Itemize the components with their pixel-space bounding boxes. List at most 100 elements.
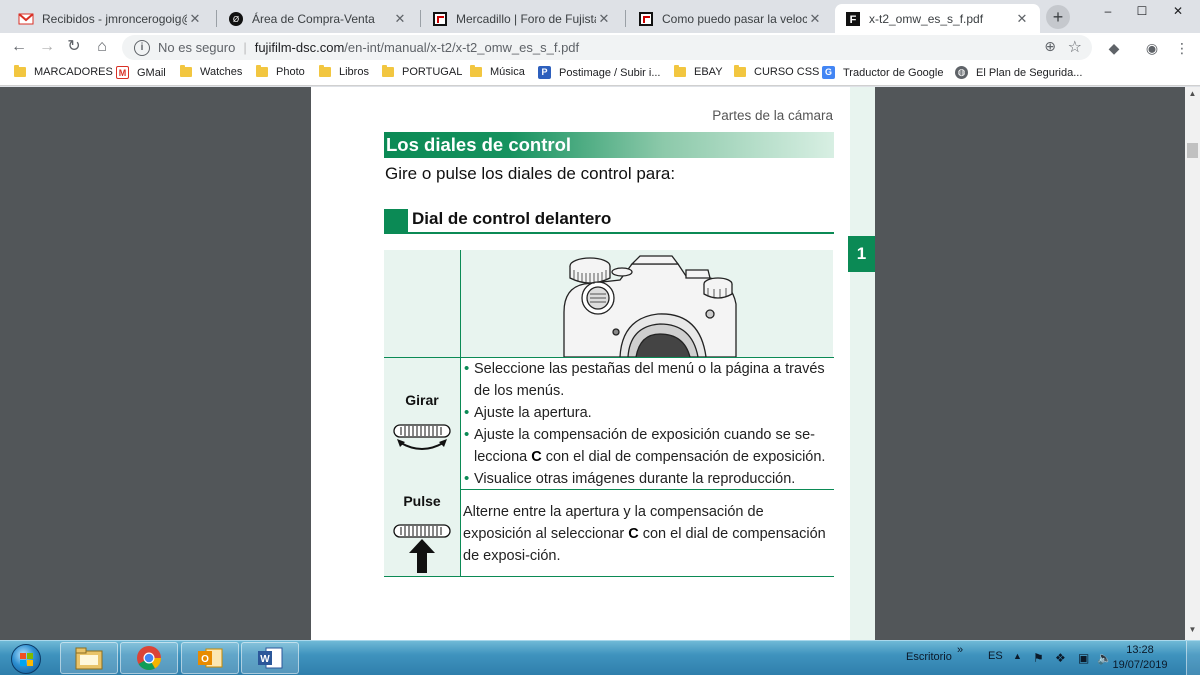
tab-mercadillo[interactable]: Mercadillo | Foro de Fujistas ✕ (422, 4, 622, 33)
start-button[interactable] (2, 641, 50, 675)
subsection-title: Dial de control delantero (412, 209, 612, 228)
bookmark-portugal[interactable]: PORTUGAL (382, 65, 462, 78)
new-tab-button[interactable]: + (1046, 5, 1070, 29)
url-host: fujifilm-dsc.com (254, 40, 345, 55)
network-icon[interactable]: ▣ (1078, 651, 1089, 665)
camera-illustration (563, 255, 737, 357)
action-center-flag-icon[interactable]: ⚑ (1033, 651, 1044, 665)
svg-text:F: F (850, 14, 857, 26)
subsection-marker (384, 209, 408, 233)
bookmark-marcadores[interactable]: MARCADORES (14, 65, 113, 78)
scroll-down-arrow-icon[interactable]: ▼ (1185, 625, 1200, 637)
folder-icon (470, 65, 482, 77)
bookmark-label: Libros (339, 66, 369, 78)
taskbar-word[interactable]: W (241, 642, 299, 674)
browser-toolbar: ← → ↻ ⌂ i No es seguro | fujifilm-dsc.co… (0, 33, 1200, 62)
bookmark-plan-seguridad[interactable]: ◍ El Plan de Segurida... (955, 66, 1082, 79)
tab-close-button[interactable]: ✕ (392, 11, 408, 27)
table-divider (460, 358, 461, 576)
security-label: No es seguro (158, 40, 236, 55)
subsection-rule (384, 232, 834, 234)
close-window-button[interactable]: ✕ (1158, 0, 1198, 22)
scroll-thumb[interactable] (1187, 143, 1198, 158)
taskbar-chrome[interactable] (120, 642, 178, 674)
page-side-strip (850, 87, 875, 640)
tab-gmail[interactable]: Recibidos - jmroncerogoig@gm ✕ (8, 4, 213, 33)
fujistas-icon (433, 11, 447, 26)
folder-icon (256, 65, 268, 77)
vertical-scrollbar[interactable]: ▲ ▼ (1185, 87, 1200, 640)
bullet-text: con el dial de compensación de exposició… (541, 449, 826, 465)
bookmark-gmail[interactable]: M GMail (116, 66, 166, 79)
translate-icon: G (822, 66, 835, 79)
bookmark-label: Música (490, 66, 525, 78)
intro-text: Gire o pulse los diales de control para: (385, 164, 676, 183)
bullet-text: Ajuste la compensación de exposición cua… (474, 427, 815, 443)
maximize-button[interactable]: ☐ (1122, 0, 1162, 22)
bookmark-watches[interactable]: Watches (180, 65, 242, 78)
bookmark-libros[interactable]: Libros (319, 65, 369, 78)
rotate-bullets: Seleccione las pestañas del menú o la pá… (462, 358, 834, 490)
folder-icon (319, 65, 331, 77)
taskbar-file-explorer[interactable] (60, 642, 118, 674)
bookmark-ebay[interactable]: EBAY (674, 65, 723, 78)
rotate-label: Girar (405, 392, 439, 408)
scroll-up-arrow-icon[interactable]: ▲ (1185, 89, 1200, 101)
bookmark-label: GMail (137, 66, 166, 79)
menu-icon[interactable]: ⋮ (1172, 38, 1192, 58)
word-icon: W (258, 647, 283, 669)
bookmark-star-icon[interactable]: ☆ (1068, 37, 1082, 57)
globe-icon: ◍ (955, 66, 968, 79)
profile-avatar-icon[interactable]: ◉ (1142, 38, 1162, 58)
folder-icon (382, 65, 394, 77)
tab-pdf-active[interactable]: F x-t2_omw_es_s_f.pdf ✕ (835, 4, 1040, 33)
bookmark-musica[interactable]: Música (470, 65, 525, 78)
tab-close-button[interactable]: ✕ (596, 11, 612, 27)
page-header: Partes de la cámara (712, 108, 833, 123)
tab-velocidad[interactable]: Como puedo pasar la velocidad ✕ (628, 4, 833, 33)
clock-time[interactable]: 13:28 (1110, 644, 1170, 656)
bookmark-label: MARCADORES (34, 66, 113, 78)
gmail-icon (18, 12, 34, 24)
toolbar-chevron[interactable]: » (957, 644, 963, 656)
chapter-tab: 1 (848, 236, 875, 272)
show-hidden-icons-button[interactable]: ▲ (1013, 651, 1022, 661)
url-path: /en-int/manual/x-t2/x-t2_omw_es_s_f.pdf (344, 40, 580, 55)
zoom-icon[interactable]: ⊕ (1044, 38, 1056, 55)
tab-close-button[interactable]: ✕ (187, 11, 203, 27)
tab-separator (216, 10, 217, 27)
forward-button[interactable]: → (36, 36, 58, 58)
folder-icon (734, 65, 746, 77)
pdf-viewer[interactable]: 1 Partes de la cámara Los diales de cont… (0, 87, 1200, 640)
info-icon[interactable]: i (134, 39, 150, 56)
bullet-item: Seleccione las pestañas del menú o la pá… (462, 358, 834, 402)
address-bar[interactable]: i No es seguro | fujifilm-dsc.com /en-in… (122, 35, 1092, 60)
clock-date[interactable]: 19/07/2019 (1110, 659, 1170, 671)
postimage-icon: P (538, 66, 551, 79)
table-divider (460, 250, 461, 357)
tab-separator (420, 10, 421, 27)
bookmark-curso-css[interactable]: CURSO CSS (734, 65, 820, 78)
bookmark-label: CURSO CSS (754, 66, 820, 78)
rotate-dial-icon (393, 424, 451, 450)
dropbox-icon[interactable]: ❖ (1055, 651, 1066, 665)
file-explorer-icon (75, 647, 103, 670)
desktop-toolbar-label[interactable]: Escritorio (906, 651, 952, 663)
bookmark-label: EBAY (694, 66, 723, 78)
bookmark-traductor[interactable]: G Traductor de Google (822, 66, 943, 79)
press-dial-icon (393, 524, 451, 573)
taskbar-outlook[interactable]: O (181, 642, 239, 674)
tab-close-button[interactable]: ✕ (1014, 11, 1030, 27)
back-button[interactable]: ← (8, 36, 30, 58)
tab-compra-venta[interactable]: Ø Área de Compra-Venta ✕ (218, 4, 418, 33)
home-button[interactable]: ⌂ (91, 36, 113, 58)
reload-button[interactable]: ↻ (63, 36, 85, 58)
bookmark-photo[interactable]: Photo (256, 65, 305, 78)
extension-icon[interactable]: ◆ (1104, 38, 1124, 58)
bookmark-postimage[interactable]: P Postimage / Subir i... (538, 66, 661, 79)
show-desktop-button[interactable] (1186, 641, 1200, 675)
bookmark-label: Photo (276, 66, 305, 78)
tab-close-button[interactable]: ✕ (807, 11, 823, 27)
language-indicator[interactable]: ES (988, 650, 1003, 662)
bookmark-label: El Plan de Segurida... (976, 66, 1083, 79)
